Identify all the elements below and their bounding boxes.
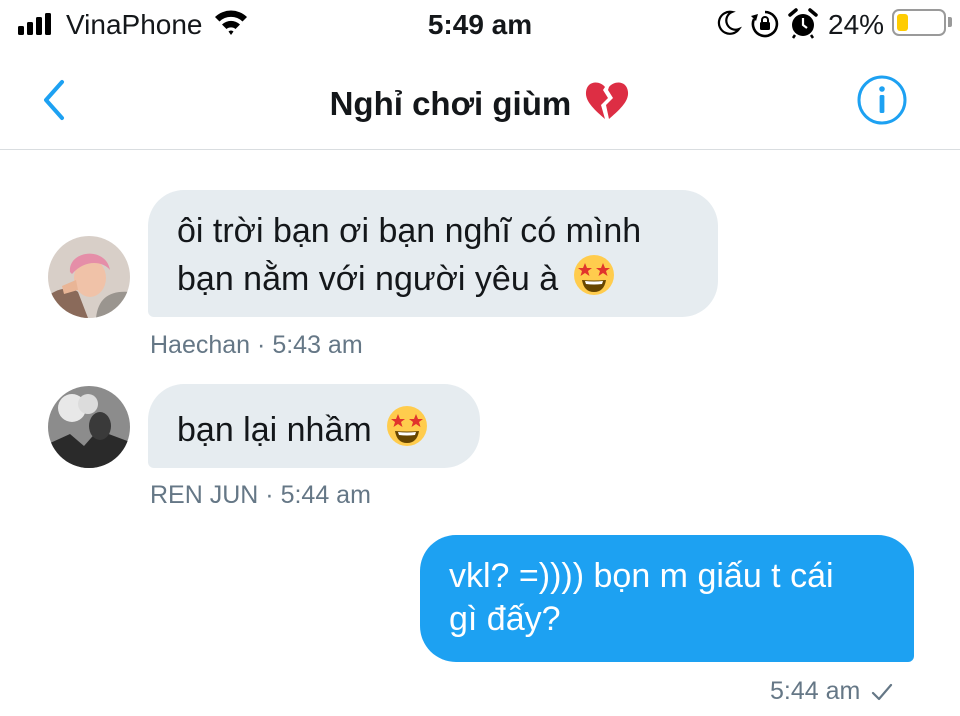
message-text-segment: bạn nằm với người yêu à [177,260,559,298]
message-text-line: gì đấy? [449,600,561,638]
avatar-ren-jun[interactable] [48,386,130,468]
alarm-icon [788,8,818,39]
rotation-lock-icon [751,10,779,38]
message-time: 5:44 am [280,481,371,509]
message-text-line: vkl? =)))) bọn m giấu t cái [449,557,834,595]
conversation-title-text: Nghỉ chơi giùm [329,85,572,122]
battery-percent: 24% [828,9,885,40]
message-meta: REN JUN · 5:44 am [150,481,371,510]
message-text-line: bạn nằm với người yêu à [177,253,689,301]
message-time: 5:43 am [272,331,363,359]
message-bubble-outgoing[interactable]: vkl? =)))) bọn m giấu t cái gì đấy? [420,535,914,662]
message-text-line: ôi trời bạn ơi bạn nghĩ có mình [177,212,642,250]
info-icon[interactable] [856,74,908,126]
dm-conversation-screen: VinaPhone 5:49 am 24% Nghỉ chơi giùm ôi … [0,0,960,716]
conversation-title[interactable]: Nghỉ chơi giùm [0,80,960,123]
battery-icon [892,9,946,36]
checkmark-icon [872,683,893,701]
avatar-haechan[interactable] [48,236,130,318]
message-bubble-incoming[interactable]: bạn lại nhầm [148,384,480,468]
haechan-photo-icon [48,236,130,318]
message-bubble-incoming[interactable]: ôi trời bạn ơi bạn nghĩ có mình bạn nằm … [148,190,718,317]
sender-name: REN JUN [150,481,259,509]
message-text-line: bạn lại nhầm [177,411,372,449]
moon-icon [717,10,742,35]
status-bar: VinaPhone 5:49 am 24% [0,0,960,50]
broken-heart-emoji-icon [586,82,629,119]
meta-separator: · [257,331,266,359]
battery-fill [897,14,908,31]
ren-jun-photo-icon [48,386,130,468]
battery-nub [948,17,952,27]
conversation-header: Nghỉ chơi giùm [0,50,960,150]
message-meta: Haechan · 5:43 am [150,331,363,360]
sender-name: Haechan [150,331,251,359]
meta-separator: · [265,481,274,509]
star-struck-emoji-icon [387,406,428,446]
star-struck-emoji-icon [573,255,614,295]
message-time: 5:44 am [770,677,861,705]
message-meta: 5:44 am [770,677,893,706]
